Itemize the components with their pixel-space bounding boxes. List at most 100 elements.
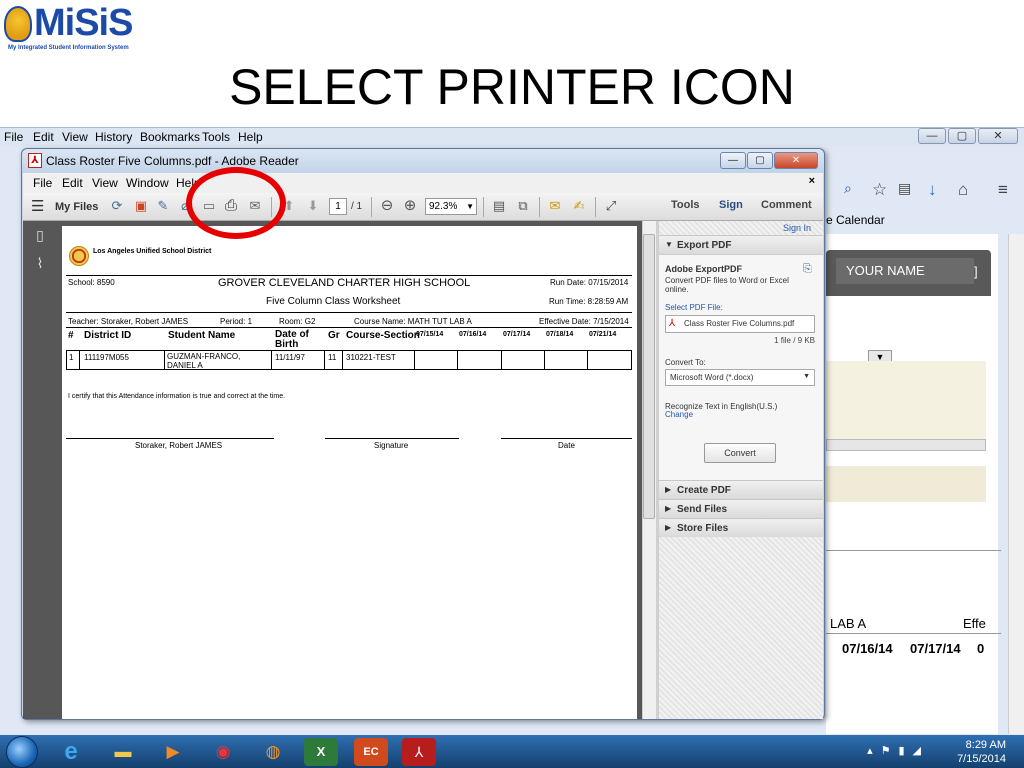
reader-menu-window[interactable]: Window [126,176,169,190]
logo-emblem-icon [4,6,32,42]
fit-width-icon[interactable]: ⧉ [513,197,533,215]
reader-menu-view[interactable]: View [92,176,118,190]
run-date: Run Date: 07/15/2014 [550,278,629,287]
tab-comment[interactable]: Comment [761,199,812,211]
minimize-icon[interactable]: — [720,152,746,169]
zoom-level-select[interactable]: 92.3% ▼ [425,198,477,215]
export-pdf-panel: Adobe ExportPDF ⎘ Convert PDF files to W… [659,254,823,480]
store-files-header[interactable]: ▶ Store Files [659,518,823,537]
browser-menu-tools[interactable]: Tools [202,130,230,144]
logo-subtitle: My Integrated Student Information System [8,45,129,51]
convert-to-label: Convert To: [665,358,706,367]
browser-menu-help[interactable]: Help [238,130,263,144]
reader-menu-file[interactable]: File [33,176,52,190]
course-lab-text: LAB A [830,616,867,631]
file-explorer-icon[interactable]: ▬ [106,738,140,766]
zoom-in-icon[interactable]: ⊕ [400,197,420,215]
media-player-icon[interactable]: ▶ [156,738,190,766]
close-icon[interactable]: ✕ [774,152,818,169]
my-files-button[interactable]: My Files [55,198,98,216]
create-pdf-icon[interactable]: ⟳ [107,197,127,215]
cell-border [587,350,588,370]
maximize-icon[interactable]: ▢ [747,152,773,169]
browser-menu-bookmarks[interactable]: Bookmarks [140,130,200,144]
firefox-icon[interactable]: ◍ [256,738,290,766]
date-column-header: 07/16/14 [842,641,893,656]
create-pdf-header[interactable]: ▶ Create PDF [659,480,823,499]
column-header: 07/15/14 [416,331,444,338]
search-icon[interactable]: ⌕ [844,180,852,197]
change-link[interactable]: Change [665,410,693,419]
export-pdf-header[interactable]: ▼ Export PDF [659,235,823,254]
browser-menu-edit[interactable]: Edit [33,130,54,144]
page-thumbnails-icon[interactable]: ▯ [32,227,48,245]
chrome-icon[interactable]: ◉ [206,738,240,766]
column-header: Course-Section [346,330,420,341]
triangle-right-icon: ▶ [665,523,672,532]
bookmark-star-icon[interactable]: ☆ [872,180,887,200]
open-file-icon[interactable]: ▣ [131,197,151,215]
browser-window-controls: — ▢ ✕ [916,128,1018,144]
taskbar-clock[interactable]: 8:29 AM 7/15/2014 [957,738,1006,766]
close-document-icon[interactable]: × [809,175,815,187]
ec-app-icon[interactable]: EC [354,738,388,766]
sign-in-link[interactable]: Sign In [783,223,811,233]
column-header: 07/21/14 [589,331,617,338]
reader-menu-edit[interactable]: Edit [62,176,83,190]
export-service-icon[interactable]: ⎘ [803,263,812,276]
reader-window-title: Class Roster Five Columns.pdf - Adobe Re… [46,154,299,168]
menu-icon[interactable]: ≡ [998,180,1008,200]
store-files-label: Store Files [677,523,729,534]
hamburger-menu-icon[interactable]: ☰ [31,198,44,216]
browser-menu-history[interactable]: History [95,130,132,144]
internet-explorer-icon[interactable]: e [54,738,88,766]
maximize-icon[interactable]: ▢ [948,128,976,144]
date-column-header: 0 [977,641,985,656]
page-number-input[interactable]: 1 [329,198,347,215]
divider [826,633,1001,634]
send-files-label: Send Files [677,504,728,515]
download-icon[interactable]: ↓ [928,180,937,200]
browser-menu-view[interactable]: View [62,130,88,144]
district-name: Los Angeles Unified School District [93,248,212,255]
close-icon[interactable]: ✕ [978,128,1018,144]
edit-icon[interactable]: ✎ [153,197,173,215]
next-page-icon[interactable]: ⬇ [303,197,323,215]
attachments-paperclip-icon[interactable]: ⌇ [32,255,48,273]
tab-sign[interactable]: Sign [719,199,743,211]
convert-to-select[interactable]: Microsoft Word (*.docx) ▼ [665,369,815,386]
pdf-file-icon: ⅄ [669,318,676,329]
row-student-name: GUZMAN-FRANCO, DANIEL A [167,352,241,370]
start-button[interactable] [6,736,38,768]
home-icon[interactable]: ⌂ [958,180,968,200]
browser-horizontal-scrollbar[interactable] [826,439,986,451]
comment-bubble-icon[interactable]: ✉ [545,197,565,215]
bookmarks-list-icon[interactable]: ▤ [898,180,911,197]
room: Room: G2 [279,317,316,326]
period: Period: 1 [220,317,253,326]
windows-taskbar: e ▬ ▶ ◉ ◍ X EC ⅄ ▴⚑▮◢ 8:29 AM 7/15/2014 [0,735,1024,768]
minimize-icon[interactable]: — [918,128,946,144]
highlight-icon[interactable]: ✍ [569,197,589,215]
system-tray[interactable]: ▴⚑▮◢ [867,744,929,757]
pdf-file-icon: ⅄ [28,153,42,168]
toolbar-separator [483,197,484,217]
calendar-link[interactable]: e Calendar [826,213,885,227]
toolbar-separator [371,197,372,217]
convert-button[interactable]: Convert [704,443,776,463]
fit-page-icon[interactable]: ▤ [489,197,509,215]
adobe-reader-taskbar-icon[interactable]: ⅄ [402,738,436,766]
browser-menu-file[interactable]: File [4,130,23,144]
export-description: Convert PDF files to Word or Excel onlin… [665,276,789,294]
fullscreen-icon[interactable]: ⤢ [601,197,621,215]
signature-line [66,438,274,439]
scrollbar-thumb[interactable] [643,234,655,519]
send-files-header[interactable]: ▶ Send Files [659,499,823,518]
zoom-out-icon[interactable]: ⊖ [377,197,397,215]
browser-vertical-scrollbar[interactable] [1008,234,1024,734]
printer-highlight-circle [186,167,286,239]
selected-file-field[interactable]: ⅄ Class Roster Five Columns.pdf [665,315,815,333]
tab-tools[interactable]: Tools [671,199,700,211]
logo-wordmark: MiSiS [34,2,133,44]
excel-icon[interactable]: X [304,738,338,766]
